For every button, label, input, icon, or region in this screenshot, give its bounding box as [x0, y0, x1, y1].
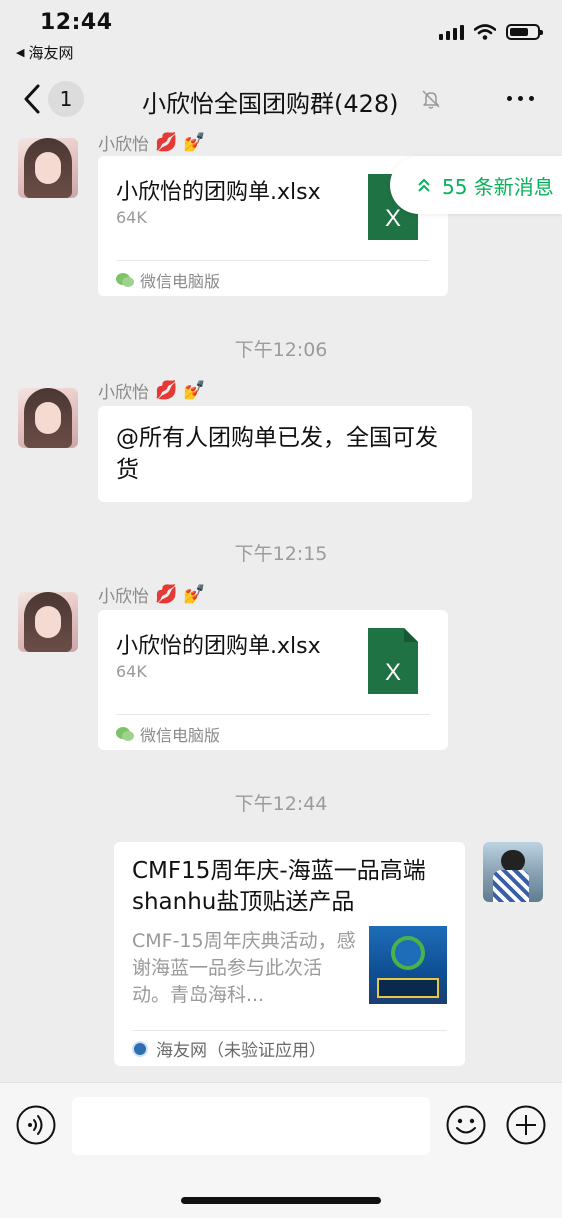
- back-to-app[interactable]: ◀ 海友网: [16, 42, 73, 63]
- file-source: 微信电脑版: [116, 268, 220, 292]
- chat-area[interactable]: 小欣怡 💋 💅 小欣怡的团购单.xlsx 64K X 微信电脑版 55 条新消息 …: [0, 132, 562, 1082]
- file-size: 64K: [116, 662, 147, 681]
- signal-icon: [439, 24, 464, 40]
- message-input[interactable]: [72, 1097, 430, 1155]
- home-indicator: [181, 1197, 381, 1204]
- wifi-icon: [474, 24, 496, 40]
- input-bar: [0, 1082, 562, 1218]
- sender-name: 小欣怡 💋 💅: [98, 132, 206, 155]
- file-source: 微信电脑版: [116, 722, 220, 746]
- back-chevron-icon[interactable]: [20, 82, 44, 116]
- status-time: 12:44: [40, 10, 113, 35]
- battery-icon: [506, 24, 543, 40]
- emoji-icon[interactable]: [446, 1105, 486, 1145]
- file-message[interactable]: 小欣怡的团购单.xlsx 64K X 微信电脑版: [98, 610, 448, 750]
- sender-emojis: 💋 💅: [155, 380, 206, 401]
- sender-name: 小欣怡 💋 💅: [98, 380, 206, 403]
- left-triangle-icon: ◀: [16, 46, 25, 59]
- timestamp: 下午12:44: [234, 793, 328, 815]
- wechat-icon: [116, 273, 134, 287]
- svg-text:X: X: [385, 659, 401, 686]
- new-messages-label: 55 条新消息: [442, 174, 554, 199]
- more-icon[interactable]: [507, 96, 534, 101]
- file-name: 小欣怡的团购单.xlsx: [116, 634, 321, 659]
- back-app-label: 海友网: [28, 44, 74, 62]
- file-name: 小欣怡的团购单.xlsx: [116, 180, 321, 205]
- avatar-self[interactable]: [483, 842, 543, 902]
- sender-emojis: 💋 💅: [155, 584, 206, 605]
- text-message[interactable]: @所有人团购单已发，全国可发货: [98, 406, 472, 502]
- chat-title: 小欣怡全国团购群(428): [142, 90, 399, 118]
- nav-bar: 1 小欣怡全国团购群(428): [0, 66, 562, 132]
- voice-icon[interactable]: [16, 1105, 56, 1145]
- status-icons: [439, 24, 543, 40]
- link-message[interactable]: CMF15周年庆-海蓝一品高端shanhu盐顶贴送产品 CMF-15周年庆典活动…: [114, 842, 465, 1066]
- timestamp: 下午12:15: [234, 543, 328, 565]
- divider: [132, 1030, 447, 1031]
- app-logo-icon: [132, 1040, 148, 1057]
- status-bar: 12:44 ◀ 海友网: [0, 0, 562, 66]
- avatar[interactable]: [18, 138, 78, 198]
- avatar[interactable]: [18, 388, 78, 448]
- new-messages-button[interactable]: 55 条新消息: [390, 156, 562, 214]
- timestamp: 下午12:06: [234, 339, 328, 361]
- svg-text:X: X: [385, 205, 401, 232]
- link-description: CMF-15周年庆典活动，感谢海蓝一品参与此次活动。青岛海科...: [132, 930, 356, 1006]
- divider: [116, 260, 430, 261]
- unread-count-badge[interactable]: 1: [48, 81, 84, 117]
- sender-name: 小欣怡 💋 💅: [98, 584, 206, 607]
- plus-icon[interactable]: [506, 1105, 546, 1145]
- wechat-icon: [116, 727, 134, 741]
- excel-file-icon: X: [368, 628, 418, 694]
- link-source: 海友网（未验证应用）: [132, 1036, 326, 1061]
- link-title: CMF15周年庆-海蓝一品高端shanhu盐顶贴送产品: [132, 858, 426, 915]
- avatar[interactable]: [18, 592, 78, 652]
- link-thumbnail: [369, 926, 447, 1004]
- file-size: 64K: [116, 208, 147, 227]
- double-chevron-up-icon: [418, 178, 430, 192]
- sender-emojis: 💋 💅: [155, 132, 206, 153]
- divider: [116, 714, 430, 715]
- bell-off-icon: [422, 90, 440, 109]
